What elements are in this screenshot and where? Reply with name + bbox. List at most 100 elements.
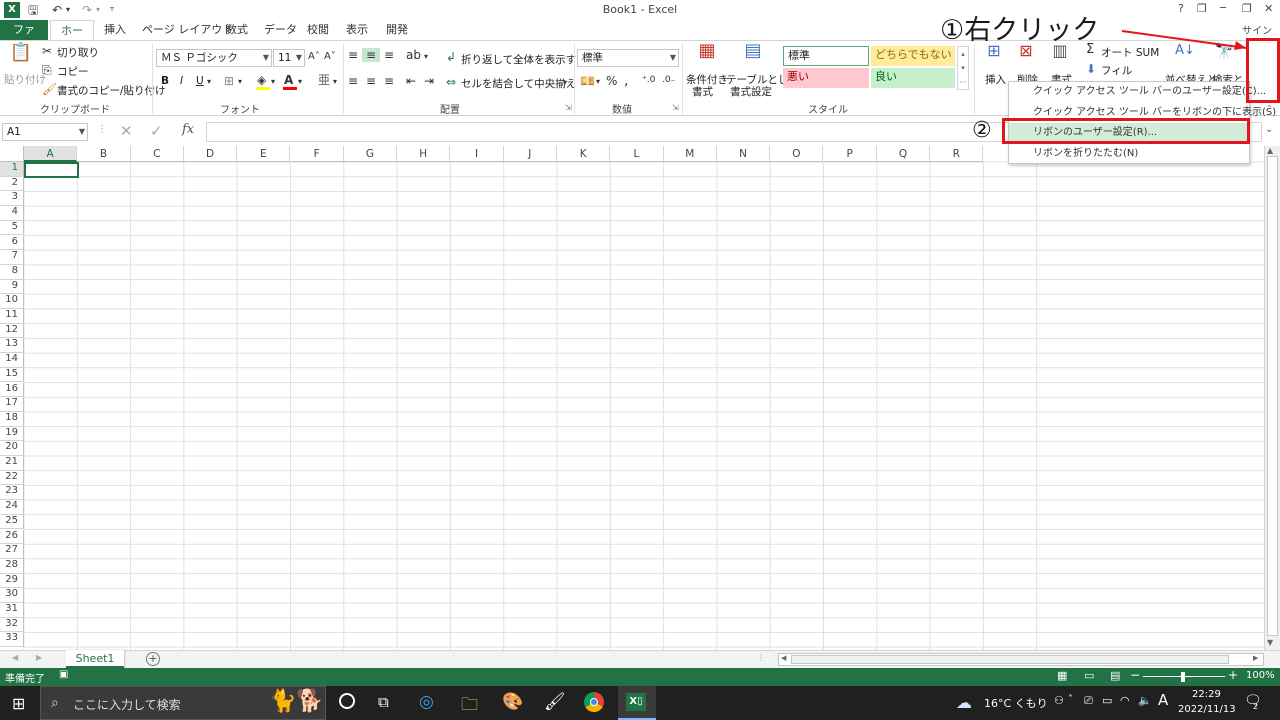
border-dropdown-icon[interactable]: ▾ xyxy=(238,75,242,89)
column-header[interactable]: G xyxy=(343,146,398,162)
page-break-view-icon[interactable]: ▤ xyxy=(1110,669,1120,682)
row-header[interactable]: 2 xyxy=(0,176,24,192)
column-header[interactable]: P xyxy=(823,146,877,162)
tab-home[interactable]: ホーム xyxy=(50,20,94,57)
row-header[interactable]: 20 xyxy=(0,441,24,456)
undo-dropdown-icon[interactable]: ▾ xyxy=(66,3,70,17)
row-header[interactable]: 10 xyxy=(0,294,24,309)
excel-taskbar-button[interactable]: X▯ xyxy=(618,686,656,720)
align-bottom-icon[interactable]: ≡ xyxy=(384,48,394,62)
row-header[interactable]: 33 xyxy=(0,632,24,648)
insert-function-button[interactable]: fx xyxy=(182,122,194,137)
redo-icon[interactable]: ↷ xyxy=(82,3,92,17)
italic-button[interactable]: I xyxy=(180,75,183,87)
tab-formulas[interactable]: 数式 xyxy=(218,20,256,40)
percent-icon[interactable]: % xyxy=(606,74,617,88)
tab-review[interactable]: 校閲 xyxy=(299,20,337,40)
paste-icon[interactable]: 📋 xyxy=(8,44,34,70)
row-header[interactable]: 12 xyxy=(0,323,24,339)
tab-view[interactable]: 表示 xyxy=(338,20,376,40)
column-header[interactable]: Q xyxy=(876,146,931,162)
file-explorer-icon[interactable]: 🗀 xyxy=(461,692,478,720)
row-header[interactable]: 6 xyxy=(0,235,24,251)
row-header[interactable]: 32 xyxy=(0,617,24,633)
merge-dropdown-icon[interactable]: ▾ xyxy=(563,76,567,90)
scrollbar-thumb[interactable] xyxy=(1267,156,1278,636)
insert-cells-button[interactable]: 挿入 xyxy=(985,72,1006,87)
tray-people-icon[interactable]: ⚇ xyxy=(1054,694,1064,707)
column-header[interactable]: M xyxy=(663,146,717,162)
style-neutral[interactable]: どちらでもない xyxy=(871,46,955,66)
row-header[interactable]: 19 xyxy=(0,426,24,442)
scroll-left-icon[interactable]: ◀ xyxy=(781,654,786,662)
scroll-down-icon[interactable]: ▼ xyxy=(1267,638,1273,647)
paste-button[interactable]: 貼り付け xyxy=(4,72,46,87)
customize-qat-icon[interactable]: ▿ xyxy=(110,2,114,16)
edge-icon[interactable]: ◎ xyxy=(419,692,434,712)
ime-indicator[interactable]: A xyxy=(1158,691,1168,709)
border-icon[interactable]: ⊞ xyxy=(224,74,234,88)
scroll-up-icon[interactable]: ▲ xyxy=(1267,146,1273,155)
orientation-dropdown-icon[interactable]: ▾ xyxy=(424,50,428,64)
help-button[interactable]: ? xyxy=(1178,2,1184,15)
restore-button[interactable]: ❐ xyxy=(1242,2,1252,15)
vertical-scrollbar[interactable]: ▲ ▼ xyxy=(1264,146,1280,650)
column-header[interactable]: N xyxy=(716,146,771,162)
align-right-icon[interactable]: ≡ xyxy=(384,74,394,88)
font-color-icon[interactable]: A xyxy=(284,73,293,87)
align-top-icon[interactable]: ≡ xyxy=(348,48,358,62)
row-header[interactable]: 14 xyxy=(0,353,24,368)
undo-icon[interactable]: ↶ xyxy=(52,3,62,17)
decrease-decimal-icon[interactable]: .0₋ xyxy=(662,73,675,87)
font-color-dropdown-icon[interactable]: ▾ xyxy=(298,75,302,89)
volume-icon[interactable]: 🔈 xyxy=(1138,694,1152,707)
zoom-in-button[interactable]: + xyxy=(1228,668,1238,682)
column-header[interactable]: E xyxy=(237,146,291,162)
column-header[interactable]: J xyxy=(503,146,557,162)
decrease-indent-icon[interactable]: ⇤ xyxy=(406,74,416,88)
align-center-icon[interactable]: ≡ xyxy=(366,74,376,88)
zoom-slider-thumb[interactable] xyxy=(1181,672,1185,682)
row-header[interactable]: 5 xyxy=(0,220,24,236)
taskbar-search-box[interactable]: ⌕ ここに入力して検索 🐈🐕 xyxy=(40,686,326,720)
row-header[interactable]: 13 xyxy=(0,338,24,354)
redo-dropdown-icon[interactable]: ▾ xyxy=(96,3,100,17)
hscroll-thumb[interactable] xyxy=(791,655,1229,664)
meet-now-icon[interactable]: ⎚ xyxy=(1084,694,1093,708)
row-header[interactable]: 18 xyxy=(0,411,24,427)
clock-date[interactable]: 2022/11/13 xyxy=(1178,704,1236,715)
fill-button[interactable]: フィル xyxy=(1101,63,1132,78)
font-name-combo[interactable]: ＭＳ Ｐゴシック ▼ xyxy=(156,49,272,67)
bold-button[interactable]: B xyxy=(161,75,169,87)
row-header[interactable]: 7 xyxy=(0,250,24,265)
sheet-prev-icon[interactable]: ◀ xyxy=(12,653,18,662)
grow-font-icon[interactable]: A˄ xyxy=(308,50,320,64)
battery-icon[interactable]: ▭ xyxy=(1102,694,1112,707)
dialog-launcher-icon[interactable]: ⇲ xyxy=(672,101,679,115)
column-header[interactable]: R xyxy=(930,146,984,162)
column-header[interactable]: H xyxy=(397,146,451,162)
menu-item-collapse-ribbon[interactable]: リボンを折りたたむ(N) xyxy=(1009,144,1249,164)
cancel-entry-icon[interactable]: ✕ xyxy=(120,122,133,140)
row-header[interactable]: 16 xyxy=(0,382,24,398)
increase-decimal-icon[interactable]: ⁺.0 xyxy=(642,73,655,87)
zoom-level[interactable]: 100% xyxy=(1246,670,1275,681)
row-header[interactable]: 24 xyxy=(0,500,24,515)
tab-developer[interactable]: 開発 xyxy=(378,20,416,40)
ribbon-display-button[interactable]: ❐ xyxy=(1197,2,1207,15)
scroll-right-icon[interactable]: ▶ xyxy=(1253,654,1258,662)
windows-start-icon[interactable]: ⊞ xyxy=(12,694,25,713)
currency-icon[interactable]: 💴 xyxy=(580,74,595,88)
number-format-combo[interactable]: 標準 ▼ xyxy=(577,49,679,67)
row-header[interactable]: 25 xyxy=(0,514,24,530)
close-button[interactable]: ✕ xyxy=(1264,2,1273,15)
column-header[interactable]: O xyxy=(770,146,824,162)
shrink-font-icon[interactable]: A˅ xyxy=(324,50,336,64)
sheet-next-icon[interactable]: ▶ xyxy=(36,653,42,662)
fill-color-icon[interactable]: ◈ xyxy=(257,73,266,87)
save-icon[interactable]: 🖫 xyxy=(28,3,38,17)
tray-chevron-icon[interactable]: ˄ xyxy=(1068,694,1073,705)
row-header[interactable]: 17 xyxy=(0,397,24,412)
cut-button[interactable]: 切り取り xyxy=(57,45,99,60)
paint3d-icon[interactable]: 🖌 xyxy=(544,692,566,712)
